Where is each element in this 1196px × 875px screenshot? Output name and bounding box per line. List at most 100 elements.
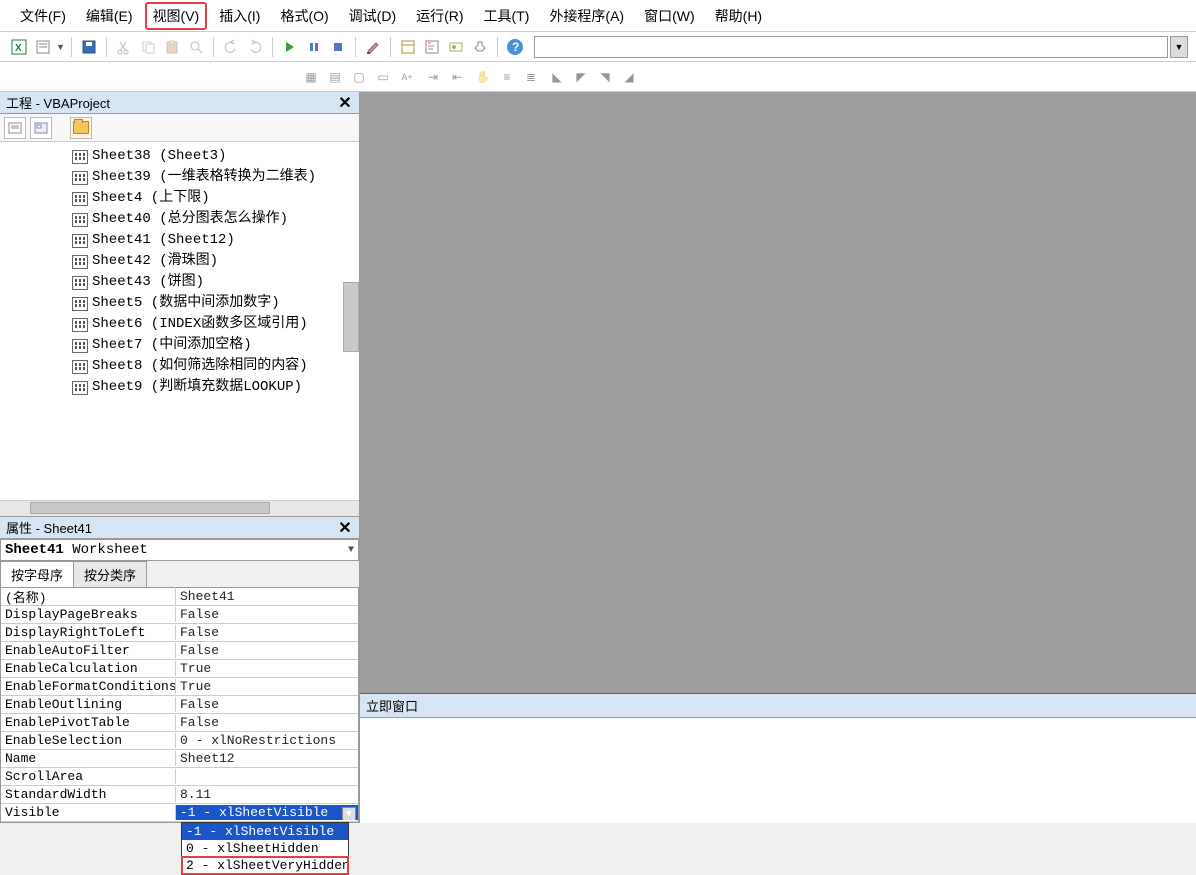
menu-tools[interactable]: 工具(T)	[476, 2, 538, 30]
tree-item[interactable]: Sheet42 (滑珠图)	[0, 251, 359, 272]
visible-dropdown[interactable]: -1 - xlSheetVisible0 - xlSheetHidden2 - …	[181, 822, 349, 875]
property-name: EnableOutlining	[1, 697, 176, 712]
design-mode-icon[interactable]	[362, 36, 384, 58]
close-icon[interactable]: ✕	[335, 519, 355, 537]
menu-insert[interactable]: 插入(I)	[211, 2, 268, 30]
properties-grid[interactable]: (名称)Sheet41DisplayPageBreaksFalseDisplay…	[0, 588, 359, 823]
breakpoint-icon: ✋	[472, 66, 494, 88]
excel-icon[interactable]: X	[8, 36, 30, 58]
undo-icon[interactable]	[220, 36, 242, 58]
tree-item-label: Sheet5 (数据中间添加数字)	[92, 294, 280, 313]
property-value[interactable]: 0 - xlNoRestrictions	[176, 733, 358, 748]
menu-edit[interactable]: 编辑(E)	[78, 2, 141, 30]
property-value[interactable]: False	[176, 715, 358, 730]
cut-icon[interactable]	[113, 36, 135, 58]
tree-item[interactable]: Sheet6 (INDEX函数多区域引用)	[0, 314, 359, 335]
redo-icon[interactable]	[244, 36, 266, 58]
tree-hscroll[interactable]	[0, 500, 359, 516]
property-row[interactable]: (名称)Sheet41	[1, 588, 358, 606]
immediate-window[interactable]: 立即窗口	[360, 693, 1196, 823]
view-code-icon[interactable]	[4, 117, 26, 139]
visible-dropdown-item[interactable]: 0 - xlSheetHidden	[182, 840, 348, 857]
menu-help[interactable]: 帮助(H)	[707, 2, 770, 30]
project-panel-header: 工程 - VBAProject ✕	[0, 92, 359, 114]
find-icon[interactable]	[185, 36, 207, 58]
project-explorer-icon[interactable]	[397, 36, 419, 58]
property-row[interactable]: EnableSelection0 - xlNoRestrictions	[1, 732, 358, 750]
paste-icon[interactable]	[161, 36, 183, 58]
properties-window-icon[interactable]	[421, 36, 443, 58]
property-value[interactable]: True	[176, 661, 358, 676]
help-search-dropdown[interactable]: ▼	[1170, 36, 1188, 58]
menu-debug[interactable]: 调试(D)	[341, 2, 404, 30]
toolbar-separator	[71, 37, 72, 57]
property-row[interactable]: EnableOutliningFalse	[1, 696, 358, 714]
bookmark-prev-icon: ◥	[594, 66, 616, 88]
menu-file[interactable]: 文件(F)	[12, 2, 74, 30]
property-row[interactable]: ScrollArea	[1, 768, 358, 786]
tree-item[interactable]: Sheet41 (Sheet12)	[0, 230, 359, 251]
property-value[interactable]: False	[176, 643, 358, 658]
property-row[interactable]: DisplayPageBreaksFalse	[1, 606, 358, 624]
tree-item[interactable]: Sheet8 (如何筛选除相同的内容)	[0, 356, 359, 377]
property-row[interactable]: EnableCalculationTrue	[1, 660, 358, 678]
properties-object-selector[interactable]: Sheet41 Worksheet ▼	[0, 539, 359, 561]
comment-block-icon: ≡	[496, 66, 518, 88]
tree-hscroll-thumb[interactable]	[30, 502, 270, 514]
visible-dropdown-item[interactable]: -1 - xlSheetVisible	[182, 823, 348, 840]
property-row[interactable]: StandardWidth8.11	[1, 786, 358, 804]
property-value[interactable]: False	[176, 607, 358, 622]
menu-run[interactable]: 运行(R)	[408, 2, 471, 30]
menu-window[interactable]: 窗口(W)	[636, 2, 703, 30]
toggle-folders-icon[interactable]	[70, 117, 92, 139]
property-row[interactable]: Visible-1 - xlSheetVisible▼	[1, 804, 358, 822]
property-value[interactable]: False	[176, 625, 358, 640]
view-object-icon[interactable]	[30, 117, 52, 139]
reset-icon[interactable]	[327, 36, 349, 58]
property-row[interactable]: EnableAutoFilterFalse	[1, 642, 358, 660]
worksheet-icon	[72, 150, 88, 164]
tab-alphabetic[interactable]: 按字母序	[0, 561, 74, 587]
help-icon[interactable]: ?	[504, 36, 526, 58]
property-value[interactable]: True	[176, 679, 358, 694]
property-value[interactable]: -1 - xlSheetVisible▼	[176, 805, 358, 820]
properties-object-type: Worksheet	[72, 542, 148, 558]
save-icon[interactable]	[78, 36, 100, 58]
insert-module-icon[interactable]	[32, 36, 54, 58]
menu-addins[interactable]: 外接程序(A)	[541, 2, 632, 30]
property-row[interactable]: NameSheet12	[1, 750, 358, 768]
immediate-window-body[interactable]	[360, 718, 1196, 823]
tree-item[interactable]: Sheet9 (判断填充数据LOOKUP)	[0, 377, 359, 398]
tree-item[interactable]: Sheet40 (总分图表怎么操作)	[0, 209, 359, 230]
tab-categorized[interactable]: 按分类序	[73, 561, 147, 587]
property-value[interactable]: False	[176, 697, 358, 712]
toolbox-icon[interactable]	[469, 36, 491, 58]
property-name: DisplayPageBreaks	[1, 607, 176, 622]
tree-item[interactable]: Sheet39 (一维表格转换为二维表)	[0, 167, 359, 188]
copy-icon[interactable]	[137, 36, 159, 58]
chevron-down-icon[interactable]: ▼	[342, 807, 356, 820]
property-value[interactable]: Sheet41	[176, 589, 358, 604]
menu-format[interactable]: 格式(O)	[272, 2, 336, 30]
property-row[interactable]: EnablePivotTableFalse	[1, 714, 358, 732]
tree-item[interactable]: Sheet43 (饼图)	[0, 272, 359, 293]
tree-item[interactable]: Sheet7 (中间添加空格)	[0, 335, 359, 356]
project-tree[interactable]: Sheet38 (Sheet3)Sheet39 (一维表格转换为二维表)Shee…	[0, 142, 359, 500]
menu-view[interactable]: 视图(V)	[145, 2, 208, 30]
tree-item[interactable]: Sheet5 (数据中间添加数字)	[0, 293, 359, 314]
object-browser-icon[interactable]	[445, 36, 467, 58]
properties-object-name: Sheet41	[5, 542, 64, 558]
property-value[interactable]: 8.11	[176, 787, 358, 802]
property-row[interactable]: DisplayRightToLeftFalse	[1, 624, 358, 642]
tree-item[interactable]: Sheet38 (Sheet3)	[0, 146, 359, 167]
tree-item-label: Sheet9 (判断填充数据LOOKUP)	[92, 378, 302, 397]
visible-dropdown-item[interactable]: 2 - xlSheetVeryHidden	[182, 857, 348, 874]
run-icon[interactable]	[279, 36, 301, 58]
property-value[interactable]: Sheet12	[176, 751, 358, 766]
property-row[interactable]: EnableFormatConditionsCalculationTrue	[1, 678, 358, 696]
help-search-input[interactable]	[534, 36, 1168, 58]
close-icon[interactable]: ✕	[335, 94, 355, 112]
tree-vscroll-thumb[interactable]	[343, 282, 359, 352]
tree-item[interactable]: Sheet4 (上下限)	[0, 188, 359, 209]
break-icon[interactable]	[303, 36, 325, 58]
